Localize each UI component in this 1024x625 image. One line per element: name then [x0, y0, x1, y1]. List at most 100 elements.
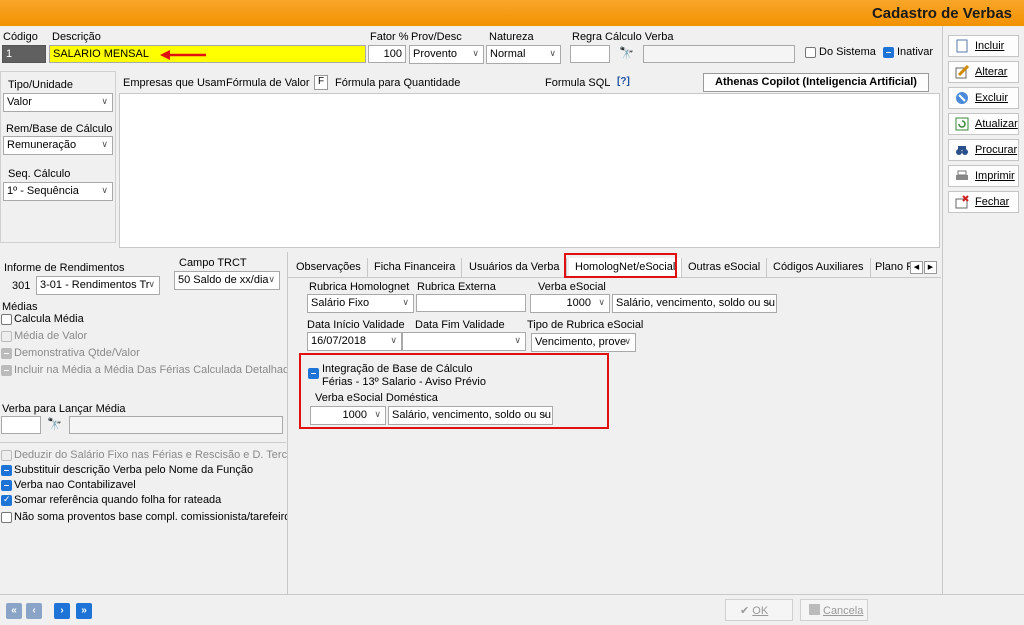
- tab-empresas[interactable]: Empresas que Usam: [123, 77, 226, 89]
- tab-codigos-auxiliares[interactable]: Códigos Auxiliares: [767, 258, 871, 277]
- tab-observacoes[interactable]: Observações: [290, 258, 368, 277]
- verba-media-label: Verba para Lançar Média: [2, 403, 126, 415]
- tab-formula-quantidade[interactable]: Fórmula para Quantidade: [335, 77, 460, 89]
- cancela-button[interactable]: Cancela: [800, 599, 868, 621]
- informe-select[interactable]: 3-01 - Rendimentos Tr ∨: [36, 276, 160, 295]
- data-inicio-label: Data Início Validade: [307, 319, 405, 331]
- substituir-label: Substituir descrição Verba pelo Nome da …: [14, 464, 254, 476]
- domestica-code-select[interactable]: 1000 ∨: [310, 406, 386, 425]
- formula-editor[interactable]: [119, 93, 940, 248]
- sql-help-button[interactable]: [?]: [617, 76, 630, 87]
- next-record-icon[interactable]: ›: [54, 603, 70, 619]
- chevron-down-icon: ∨: [765, 297, 772, 307]
- integracao-label: Integração de Base de Cálculo: [322, 363, 473, 375]
- rubrica-select[interactable]: Salário Fixo ∨: [307, 294, 414, 313]
- verba-media-input[interactable]: [1, 416, 41, 434]
- data-fim-select[interactable]: ∨: [402, 332, 526, 351]
- check-icon: ✔: [740, 605, 753, 617]
- data-inicio-select[interactable]: 16/07/2018 ∨: [307, 332, 402, 351]
- provdesc-label: Prov/Desc: [411, 31, 462, 43]
- sistema-checkbox[interactable]: [805, 47, 816, 58]
- codigo-input[interactable]: 1: [2, 45, 46, 63]
- natureza-label: Natureza: [489, 31, 534, 43]
- provdesc-select[interactable]: Provento ∨: [409, 45, 484, 64]
- new-document-icon: [956, 39, 968, 53]
- calcula-media-checkbox[interactable]: [1, 314, 12, 325]
- somar-referencia-checkbox[interactable]: [1, 494, 12, 506]
- tab-scroll-left-icon[interactable]: ◀: [910, 261, 923, 274]
- incluir-media-label: Incluir na Média a Média Das Férias Calc…: [14, 364, 296, 376]
- right-separator: [942, 26, 943, 594]
- inativar-label: Inativar: [897, 46, 934, 58]
- demonstrativa-checkbox[interactable]: [1, 348, 12, 359]
- trct-label: Campo TRCT: [179, 257, 247, 269]
- deduzir-checkbox[interactable]: [1, 450, 12, 461]
- tipo-select[interactable]: Valor ∨: [3, 93, 113, 112]
- verba-esocial-code-select[interactable]: 1000 ∨: [530, 294, 610, 313]
- nao-soma-checkbox[interactable]: [1, 512, 12, 523]
- fator-label: Fator %: [370, 31, 409, 43]
- nao-contabilizavel-checkbox[interactable]: [1, 480, 12, 491]
- media-valor-checkbox[interactable]: [1, 331, 12, 342]
- inativar-checkbox[interactable]: [883, 47, 894, 58]
- formula-f-button[interactable]: F: [314, 75, 328, 90]
- rem-label: Rem/Base de Cálculo: [6, 123, 113, 135]
- imprimir-button[interactable]: Imprimir: [948, 165, 1019, 187]
- tab-scroll-right-icon[interactable]: ▶: [924, 261, 937, 274]
- binoculars-icon[interactable]: 🔭: [47, 417, 62, 431]
- medias-label: Médias: [2, 301, 38, 313]
- rubrica-externa-label: Rubrica Externa: [417, 281, 496, 293]
- cancel-icon: [809, 604, 820, 615]
- delete-icon: [956, 92, 968, 104]
- verba-esocial-select[interactable]: Salário, vencimento, soldo ou su ∨: [612, 294, 777, 313]
- chevron-down-icon: ∨: [598, 297, 605, 307]
- binoculars-icon[interactable]: 🔭: [619, 46, 634, 60]
- substituir-checkbox[interactable]: [1, 465, 12, 476]
- informe-label: Informe de Rendimentos: [4, 262, 125, 274]
- domestica-label: Verba eSocial Doméstica: [315, 392, 438, 404]
- informe-code: 301: [12, 280, 31, 292]
- printer-icon: [956, 170, 968, 180]
- tab-formula-sql[interactable]: Formula SQL: [545, 77, 610, 89]
- previous-record-icon[interactable]: ‹: [26, 603, 42, 619]
- ok-button[interactable]: ✔ OK: [725, 599, 793, 621]
- rubrica-label: Rubrica Homolognet: [309, 281, 410, 293]
- fechar-button[interactable]: Fechar: [948, 191, 1019, 213]
- chevron-down-icon: ∨: [101, 139, 108, 149]
- procurar-button[interactable]: Procurar: [948, 139, 1019, 161]
- integracao-checkbox[interactable]: [308, 368, 319, 379]
- footer-divider: [0, 594, 1024, 595]
- deduzir-label: Deduzir do Salário Fixo nas Férias e Res…: [14, 449, 306, 461]
- tab-usuarios-verba[interactable]: Usuários da Verba: [463, 258, 567, 277]
- verba-esocial-label: Verba eSocial: [538, 281, 606, 293]
- seq-select[interactable]: 1º - Sequência ∨: [3, 182, 113, 201]
- incluir-media-checkbox[interactable]: [1, 365, 12, 376]
- natureza-select[interactable]: Normal ∨: [486, 45, 561, 64]
- rubrica-externa-input[interactable]: [416, 294, 526, 312]
- chevron-down-icon: ∨: [268, 274, 275, 284]
- trct-select[interactable]: 50 Saldo de xx/dia ∨: [174, 271, 280, 290]
- codigo-label: Código: [3, 31, 38, 43]
- somar-referencia-label: Somar referência quando folha for ratead…: [14, 494, 222, 506]
- copilot-button[interactable]: Athenas Copilot (Inteligencia Artificial…: [703, 73, 929, 92]
- tab-outras-esocial[interactable]: Outras eSocial: [682, 258, 768, 277]
- domestica-select[interactable]: Salário, vencimento, soldo ou su ∨: [388, 406, 553, 425]
- tab-ficha-financeira[interactable]: Ficha Financeira: [368, 258, 463, 277]
- atualizar-button[interactable]: Atualizar: [948, 113, 1019, 135]
- descricao-label: Descrição: [52, 31, 101, 43]
- incluir-button[interactable]: Incluir: [948, 35, 1019, 57]
- regra-label: Regra Cálculo Verba: [572, 31, 674, 43]
- fator-input[interactable]: 100: [368, 45, 406, 63]
- media-valor-label: Média de Valor: [14, 330, 88, 342]
- descricao-input[interactable]: SALARIO MENSAL: [49, 45, 366, 63]
- rem-select[interactable]: Remuneração ∨: [3, 136, 113, 155]
- tab-formula-valor[interactable]: Fórmula de Valor: [226, 77, 310, 89]
- alterar-button[interactable]: Alterar: [948, 61, 1019, 83]
- tipo-rubrica-select[interactable]: Vencimento, prove ∨: [531, 333, 636, 352]
- excluir-button[interactable]: Excluir: [948, 87, 1019, 109]
- last-record-icon[interactable]: »: [76, 603, 92, 619]
- regra-input[interactable]: [570, 45, 610, 63]
- edit-pencil-icon: [955, 65, 969, 79]
- first-record-icon[interactable]: «: [6, 603, 22, 619]
- chevron-down-icon: ∨: [541, 409, 548, 419]
